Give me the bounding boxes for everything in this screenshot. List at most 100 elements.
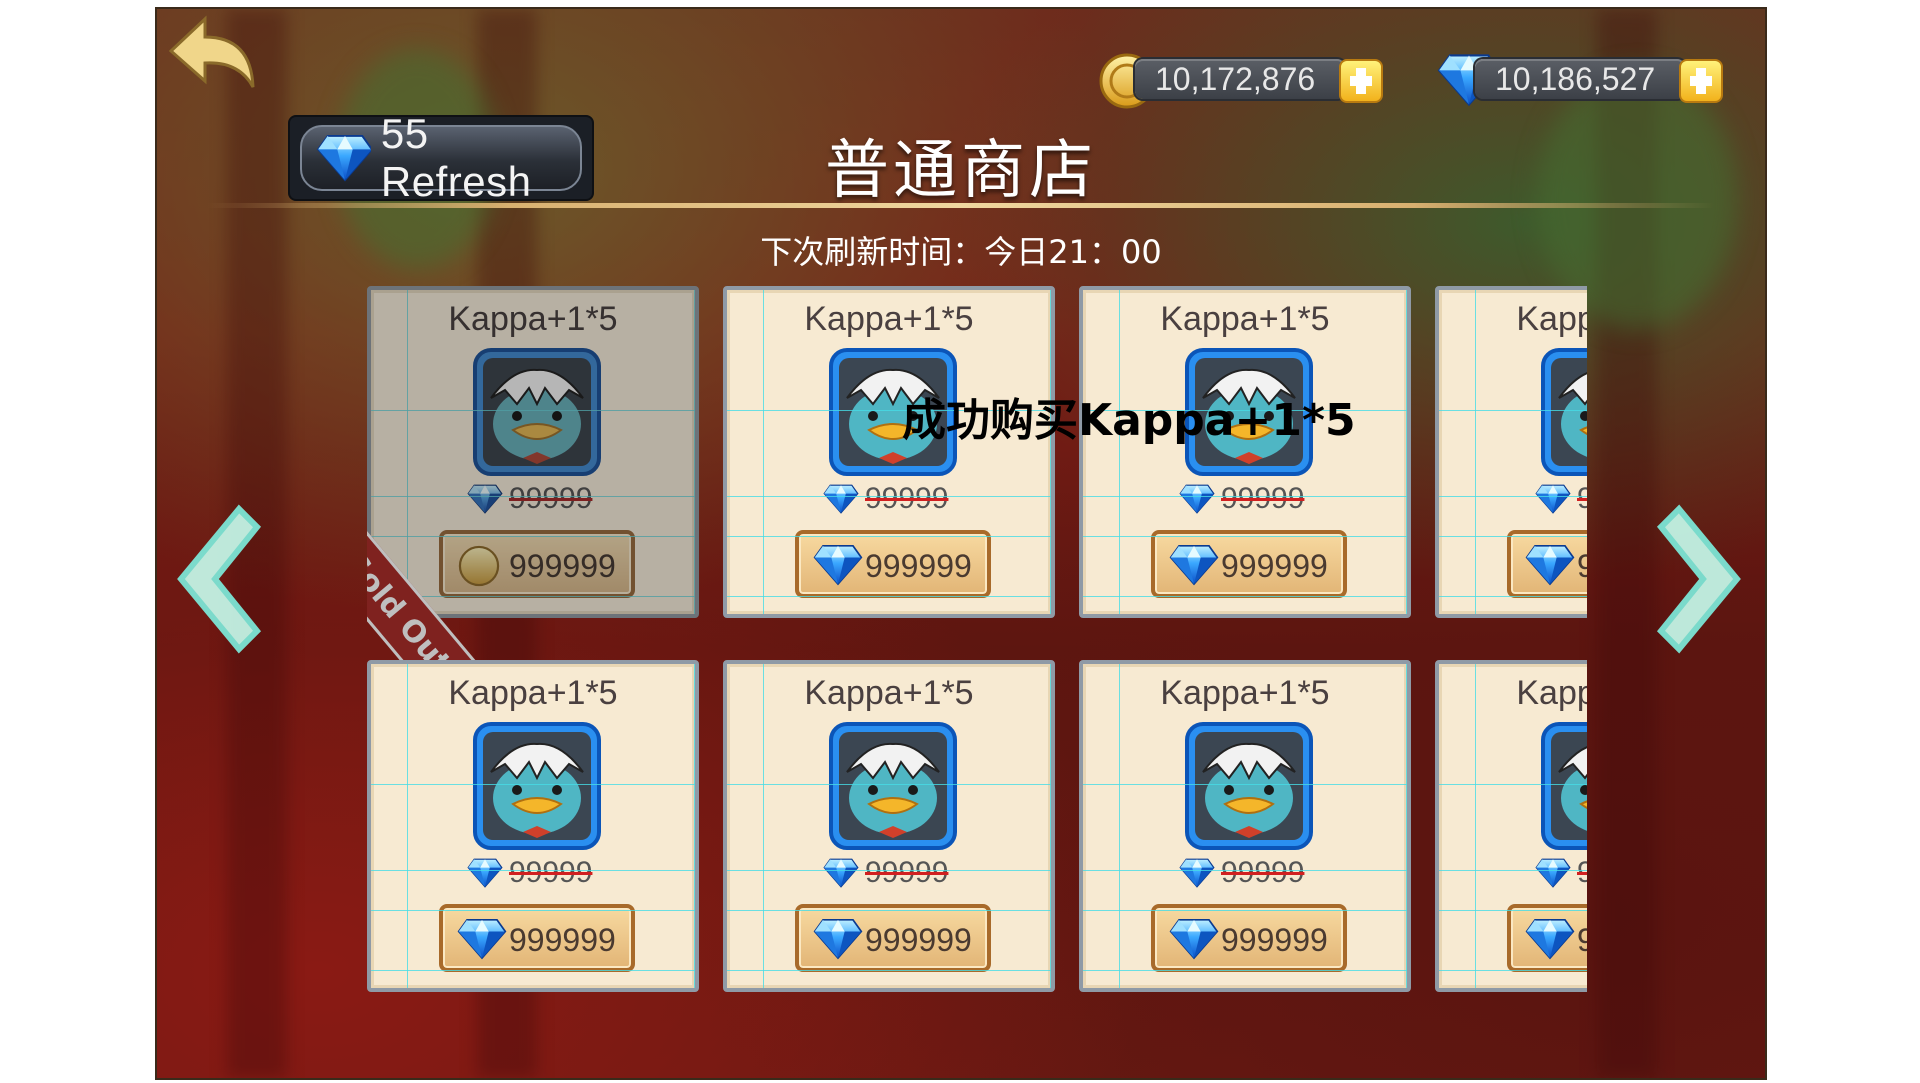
buy-button[interactable]: 999999 [795,530,991,598]
gem-icon [1169,544,1219,586]
original-price-value: 99999 [1221,856,1305,889]
prev-page-button[interactable] [157,499,267,659]
original-price-value: 99999 [509,482,593,515]
item-name: Kappa+1*5 [448,674,618,712]
gem-icon [457,918,507,960]
shop-item-card[interactable]: Kappa+1*5 99999 999999 Sold Out! [367,286,699,737]
guide-line [1050,664,1051,988]
gem-balance: 10,186,527 [1437,51,1737,106]
price-value: 999999 [865,922,972,958]
next-page-button[interactable] [1651,499,1761,659]
buy-button[interactable]: 999999 [1507,904,1587,972]
buy-button[interactable]: 999999 [439,904,635,972]
guide-line [1119,664,1120,988]
gem-icon [1525,918,1575,960]
guide-line [1475,290,1476,614]
add-gems-button[interactable] [1679,59,1723,103]
guide-line [1083,870,1407,871]
back-arrow-icon [168,15,255,88]
buy-button[interactable]: 999999 [439,530,635,598]
chevron-right-icon [1656,504,1741,654]
guide-line [371,496,695,497]
guide-line [1439,596,1587,597]
original-price: 99999 [1179,856,1319,889]
price-value: 999999 [1221,922,1328,958]
kappa-icon [473,722,601,850]
gem-icon [467,484,503,514]
price-value: 999999 [509,548,616,584]
guide-line [727,496,1051,497]
price-value: 999999 [1577,548,1587,585]
purchase-toast: 成功购买Kappa+1*5 [902,395,1356,446]
guide-line [727,970,1051,971]
coin-amount: 10,172,876 [1155,61,1316,97]
guide-line [1439,410,1587,411]
gem-icon [1535,858,1571,888]
kappa-icon [1185,722,1313,850]
original-price: 99999 [467,482,607,515]
page-title: 普通商店 [825,134,1097,208]
original-price: 99999 [1535,856,1587,890]
buy-button[interactable]: 999999 [1151,904,1347,972]
original-price: 99999 [1179,482,1319,515]
guide-line [1083,496,1407,497]
gem-amount: 10,186,527 [1495,61,1656,97]
title-divider [207,203,1715,208]
gem-icon [1179,484,1215,514]
buy-button[interactable]: 999999 [1507,530,1587,598]
buy-button[interactable]: 999999 [795,904,991,972]
add-coins-button[interactable] [1339,59,1383,103]
gem-icon [467,858,503,888]
gem-icon [1169,918,1219,960]
guide-line [1083,910,1407,911]
guide-line [1406,290,1407,614]
buy-button[interactable]: 999999 [1151,530,1347,598]
gem-icon [813,918,863,960]
original-price: 99999 [467,856,607,889]
original-price-value: 99999 [1577,856,1587,890]
guide-line [1439,496,1587,497]
chevron-left-icon [177,504,262,654]
price-value: 999999 [509,922,616,958]
guide-line [371,910,695,911]
guide-line [1439,870,1587,871]
next-refresh-time: 下次刷新时间：今日21：00 [760,233,1162,271]
shop-item-card[interactable]: Kappa+1*599999999999 [1079,286,1411,618]
guide-line [1083,970,1407,971]
guide-line [1439,970,1587,971]
shop-item-card[interactable]: Kappa+1*599999999999 [1079,660,1411,992]
guide-line [1406,664,1407,988]
guide-line [727,596,1051,597]
gem-icon [1525,544,1575,586]
guide-line [727,536,1051,537]
guide-line [1083,596,1407,597]
gem-icon [1535,484,1571,514]
original-price-value: 99999 [1221,482,1305,515]
guide-line [694,664,695,988]
back-button[interactable] [165,15,261,95]
guide-line [1439,784,1587,785]
guide-line [727,784,1051,785]
kappa-icon [1541,348,1587,476]
guide-line [371,784,695,785]
guide-line [1083,536,1407,537]
guide-line [1050,290,1051,614]
guide-line [371,870,695,871]
gem-icon [1179,858,1215,888]
shop-item-card[interactable]: Kappa+1*599999999999 [723,660,1055,992]
shop-item-card[interactable]: Kappa+1*599999999999 [1435,660,1587,992]
original-price-value: 99999 [865,856,949,889]
original-price: 99999 [823,856,963,889]
guide-line [727,870,1051,871]
kappa-icon [829,722,957,850]
gem-icon [823,484,859,514]
shop-item-card[interactable]: Kappa+1*599999999999 [367,660,699,992]
shop-item-card[interactable]: Kappa+1*599999999999 [723,286,1055,618]
original-price-value: 99999 [1577,482,1587,516]
guide-line [1119,290,1120,614]
shop-item-card[interactable]: Kappa+1*599999999999 [1435,286,1587,618]
guide-line [371,536,695,537]
price-value: 999999 [1577,922,1587,959]
item-name: Kappa+1*5 [1160,300,1330,338]
game-screen: 10,172,876 10,186,527 55 Refresh 普通商店 下次… [155,7,1767,1080]
